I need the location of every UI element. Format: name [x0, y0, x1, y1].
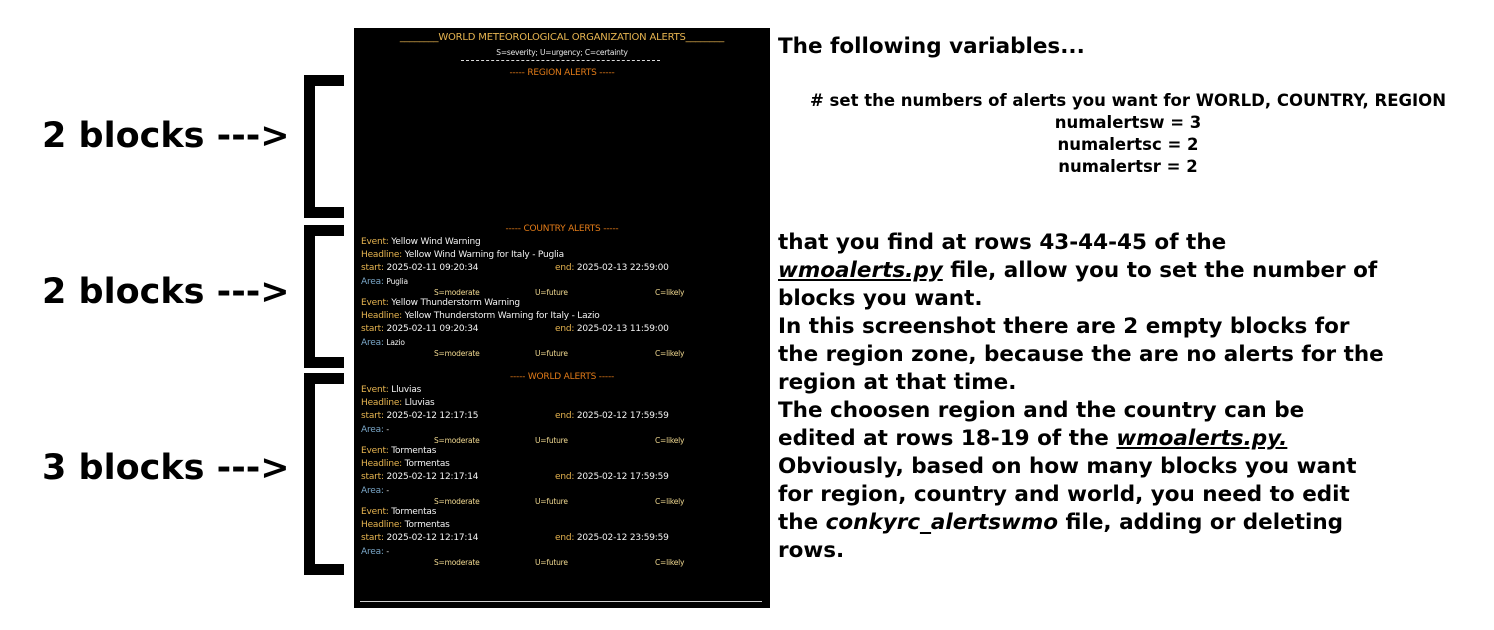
explanation-line-11: the conkyrc_alertswmo file, adding or de… — [778, 509, 1478, 537]
country-bracket — [304, 225, 344, 368]
world-blocks-label: 3 blocks ---> — [42, 448, 290, 488]
country-blocks-label: 2 blocks ---> — [42, 272, 290, 312]
world-alert-headline-1: Headline: Tormentas — [361, 459, 450, 469]
world-alert-severity-0: S=moderate — [434, 436, 480, 445]
explanation-text: file, allow you to set the number of — [942, 258, 1378, 283]
country-alert-headline-1: Headline: Yellow Thunderstorm Warning fo… — [361, 311, 600, 321]
code-numalertsc: numalertsc = 2 — [1057, 135, 1199, 154]
explanation-line-6: region at that time. — [778, 370, 1017, 395]
explanation-line-3: blocks you want. — [778, 286, 983, 311]
country-alert-urgency-1: U=future — [535, 349, 568, 358]
explanation-line-12: rows. — [778, 538, 845, 563]
region-bracket — [304, 75, 344, 218]
world-alert-headline-2: Headline: Tormentas — [361, 520, 450, 530]
world-alert-certainty-2: C=likely — [655, 558, 685, 567]
region-blocks-label: 2 blocks ---> — [42, 116, 290, 156]
world-alert-end-0: end: 2025-02-12 17:59:59 — [555, 411, 669, 421]
world-alert-area-0: Area: - — [361, 425, 389, 435]
country-alert-certainty-1: C=likely — [655, 349, 685, 358]
world-alert-certainty-0: C=likely — [655, 436, 685, 445]
explanation-line-1: that you find at rows 43-44-45 of the — [778, 230, 1227, 255]
conky-title: ________WORLD METEOROLOGICAL ORGANIZATIO… — [399, 32, 725, 43]
code-numalertsw: numalertsw = 3 — [1054, 113, 1202, 132]
country-alert-certainty-0: C=likely — [655, 288, 685, 297]
conky-divider — [461, 60, 660, 61]
world-alert-event-1: Event: Tormentas — [361, 446, 437, 456]
file-link-wmoalerts-2[interactable]: wmoalerts.py. — [1116, 426, 1287, 451]
world-alert-end-1: end: 2025-02-12 17:59:59 — [555, 472, 669, 482]
country-alert-event-1: Event: Yellow Thunderstorm Warning — [361, 298, 520, 308]
explanation-line-10: for region, country and world, you need … — [778, 482, 1350, 507]
conky-alerts-window: ________WORLD METEOROLOGICAL ORGANIZATIO… — [354, 28, 770, 608]
world-alert-start-1: start: 2025-02-12 12:17:14 — [361, 472, 479, 482]
world-alert-urgency-2: U=future — [535, 558, 568, 567]
world-alert-event-2: Event: Tormentas — [361, 507, 437, 517]
world-alerts-header: ----- WORLD ALERTS ----- — [509, 372, 615, 382]
conky-bottom-line — [360, 601, 762, 602]
country-alert-start-0: start: 2025-02-11 09:20:34 — [361, 263, 479, 273]
code-numalertsr: numalertsr = 2 — [1058, 157, 1198, 176]
world-alert-event-0: Event: Lluvias — [361, 385, 422, 395]
country-alerts-header: ----- COUNTRY ALERTS ----- — [505, 224, 619, 234]
world-alert-severity-1: S=moderate — [434, 497, 480, 506]
explanation-line-8: edited at rows 18-19 of the wmoalerts.py… — [778, 425, 1478, 453]
country-alert-severity-1: S=moderate — [434, 349, 480, 358]
conky-legend: S=severity; U=urgency; C=certainty — [496, 48, 628, 57]
explanation-text: file, adding or deleting — [1058, 510, 1344, 535]
world-alert-severity-2: S=moderate — [434, 558, 480, 567]
country-alert-end-0: end: 2025-02-13 22:59:00 — [555, 263, 669, 273]
country-alert-urgency-0: U=future — [535, 288, 568, 297]
code-comment: # set the numbers of alerts you want for… — [809, 91, 1446, 110]
intro-text: The following variables... — [778, 34, 1085, 59]
country-alert-event-0: Event: Yellow Wind Warning — [361, 237, 481, 247]
country-alert-headline-0: Headline: Yellow Wind Warning for Italy … — [361, 250, 564, 260]
world-alert-start-0: start: 2025-02-12 12:17:15 — [361, 411, 479, 421]
world-alert-headline-0: Headline: Lluvias — [361, 398, 435, 408]
region-alerts-header: ----- REGION ALERTS ----- — [509, 68, 615, 78]
explanation-line-2: wmoalerts.py file, allow you to set the … — [778, 257, 1478, 285]
country-alert-area-0: Area: Puglia — [361, 277, 408, 287]
world-alert-urgency-1: U=future — [535, 497, 568, 506]
explanation-text: the — [778, 510, 826, 535]
world-alert-urgency-0: U=future — [535, 436, 568, 445]
explanation-line-4: In this screenshot there are 2 empty blo… — [778, 314, 1350, 339]
file-link-wmoalerts[interactable]: wmoalerts.py — [778, 258, 943, 283]
world-alert-area-2: Area: - — [361, 547, 389, 557]
explanation-line-5: the region zone, because the are no aler… — [778, 342, 1384, 367]
explanation-line-7: The choosen region and the country can b… — [778, 398, 1305, 423]
world-alert-end-2: end: 2025-02-12 23:59:59 — [555, 533, 669, 543]
country-alert-start-1: start: 2025-02-11 09:20:34 — [361, 324, 479, 334]
explanation-text: edited at rows 18-19 of the — [778, 426, 1117, 451]
conkyrc-filename: conkyrc_alertswmo — [825, 510, 1059, 535]
country-alert-area-1: Area: Lazio — [361, 338, 405, 348]
country-alert-end-1: end: 2025-02-13 11:59:00 — [555, 324, 669, 334]
world-alert-certainty-1: C=likely — [655, 497, 685, 506]
world-alert-area-1: Area: - — [361, 486, 389, 496]
world-bracket — [304, 373, 344, 575]
world-alert-start-2: start: 2025-02-12 12:17:14 — [361, 533, 479, 543]
explanation-line-9: Obviously, based on how many blocks you … — [778, 454, 1357, 479]
